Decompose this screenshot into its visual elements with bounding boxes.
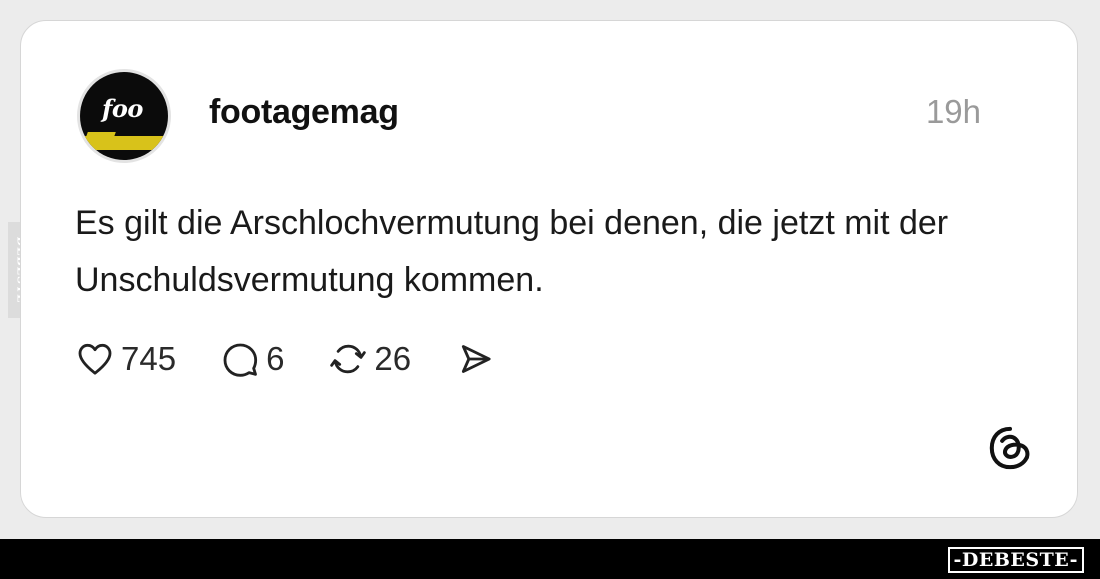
comment-icon (223, 343, 258, 377)
repost-icon (330, 344, 367, 374)
avatar-image: foo (80, 72, 168, 160)
like-count: 745 (121, 340, 177, 377)
bottom-watermark-bar: -DEBESTE- (0, 539, 1100, 579)
username[interactable]: footagemag (209, 93, 399, 132)
timestamp: 19h (925, 93, 981, 130)
avatar-logo-text: foo (102, 94, 143, 123)
avatar-stripe (80, 136, 168, 150)
heart-icon (78, 343, 112, 375)
watermark-brand: -DEBESTE- (947, 547, 1084, 573)
repost-button[interactable]: 26 (328, 339, 411, 379)
threads-logo-icon (989, 426, 1030, 470)
send-icon (462, 345, 491, 373)
reply-count: 6 (266, 340, 285, 377)
like-button[interactable]: 745 (75, 339, 176, 379)
repost-count: 26 (374, 340, 412, 377)
reply-button[interactable]: 6 (220, 339, 284, 379)
share-button[interactable] (455, 339, 495, 379)
action-bar: 745 6 26 (75, 337, 539, 381)
avatar[interactable]: foo (77, 69, 171, 163)
post-card: foo footagemag 19h Es gilt die Arschloch… (20, 20, 1078, 518)
post-text: Es gilt die Arschlochvermutung bei denen… (75, 204, 949, 299)
